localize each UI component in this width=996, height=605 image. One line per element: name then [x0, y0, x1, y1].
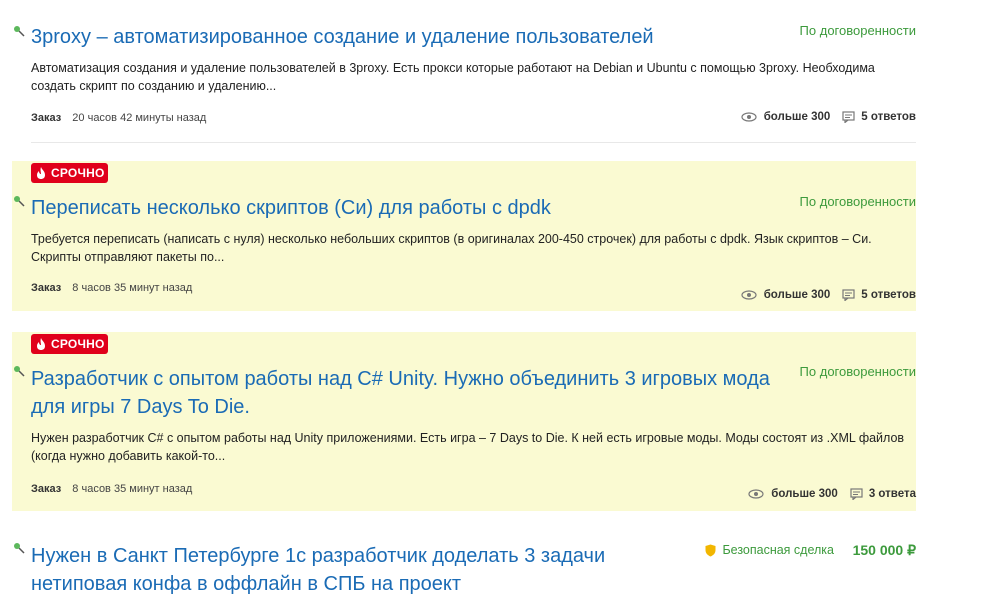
order-time: 20 часов 42 минуты назад [72, 112, 207, 124]
answers-count[interactable]: 3 ответа [869, 488, 916, 500]
comment-icon [850, 488, 863, 500]
order-kind: Заказ [31, 483, 62, 495]
eye-icon [748, 489, 764, 499]
order-meta: Заказ 8 часов 35 минут назад [31, 282, 192, 294]
order-description: Нужен разработчик C# с опытом работы над… [31, 431, 905, 463]
order-price: По договоренности [799, 364, 916, 379]
pin-icon [14, 543, 25, 554]
fire-icon [37, 167, 45, 179]
pin-icon [14, 366, 25, 377]
order-price: 150 000 ₽ [852, 542, 916, 558]
answers-count[interactable]: 5 ответов [861, 111, 916, 123]
urgent-badge: СРОЧНО [31, 334, 109, 354]
eye-icon [741, 290, 757, 300]
order-kind: Заказ [31, 112, 62, 124]
order-time: 8 часов 35 минут назад [72, 483, 193, 495]
views-count: больше 300 [763, 289, 831, 301]
order-stats: больше 300 3 ответа [748, 488, 916, 500]
comment-icon [842, 111, 855, 123]
pin-icon [14, 196, 25, 207]
order-price: По договоренности [799, 194, 916, 209]
shield-icon [705, 544, 716, 556]
order-title-line: для игры 7 Days To Die. [31, 396, 250, 418]
order-title-link[interactable]: 3proxy – автоматизированное создание и у… [31, 23, 781, 51]
order-description: Требуется переписать (написать с нуля) н… [31, 232, 872, 264]
order-title-line: Нужен в Санкт Петербурге 1с разработчик … [31, 545, 606, 567]
order-kind: Заказ [31, 282, 62, 294]
order-title-link[interactable]: Переписать несколько скриптов (Си) для р… [31, 194, 781, 222]
safe-deal-label: Безопасная сделка [705, 543, 834, 557]
order-card: Нужен в Санкт Петербурге 1с разработчик … [12, 525, 916, 605]
urgent-label: СРОЧНО [51, 337, 105, 351]
urgent-badge: СРОЧНО [31, 163, 109, 183]
views-count: больше 300 [763, 111, 831, 123]
order-title-line: нетиповая конфа в оффлайн в СПБ на проек… [31, 573, 462, 595]
order-meta: Заказ 20 часов 42 минуты назад [31, 112, 206, 124]
order-price: По договоренности [799, 23, 916, 38]
order-meta: Заказ 8 часов 35 минут назад [31, 483, 192, 495]
order-title-link[interactable]: Нужен в Санкт Петербурге 1с разработчик … [31, 542, 781, 598]
views-count: больше 300 [771, 488, 838, 500]
order-title-link[interactable]: Разработчик с опытом работы над C# Unity… [31, 365, 781, 421]
eye-icon [741, 112, 757, 122]
order-list: 3proxy – автоматизированное создание и у… [12, 0, 916, 605]
comment-icon [842, 289, 855, 301]
order-stats: больше 300 5 ответов [741, 111, 916, 123]
order-card-urgent: СРОЧНО Разработчик с опытом работы над C… [12, 332, 916, 511]
order-card: 3proxy – автоматизированное создание и у… [12, 0, 916, 142]
fire-icon [37, 338, 45, 350]
order-stats: больше 300 5 ответов [741, 289, 916, 301]
order-title-line: Разработчик с опытом работы над C# Unity… [31, 368, 770, 390]
order-card-urgent: СРОЧНО Переписать несколько скриптов (Си… [12, 161, 916, 311]
answers-count[interactable]: 5 ответов [861, 289, 916, 301]
order-time: 8 часов 35 минут назад [72, 282, 193, 294]
pin-icon [14, 26, 25, 37]
urgent-label: СРОЧНО [51, 166, 105, 180]
safe-deal-text: Безопасная сделка [722, 543, 834, 557]
order-description: Автоматизация создания и удаление пользо… [31, 61, 875, 93]
